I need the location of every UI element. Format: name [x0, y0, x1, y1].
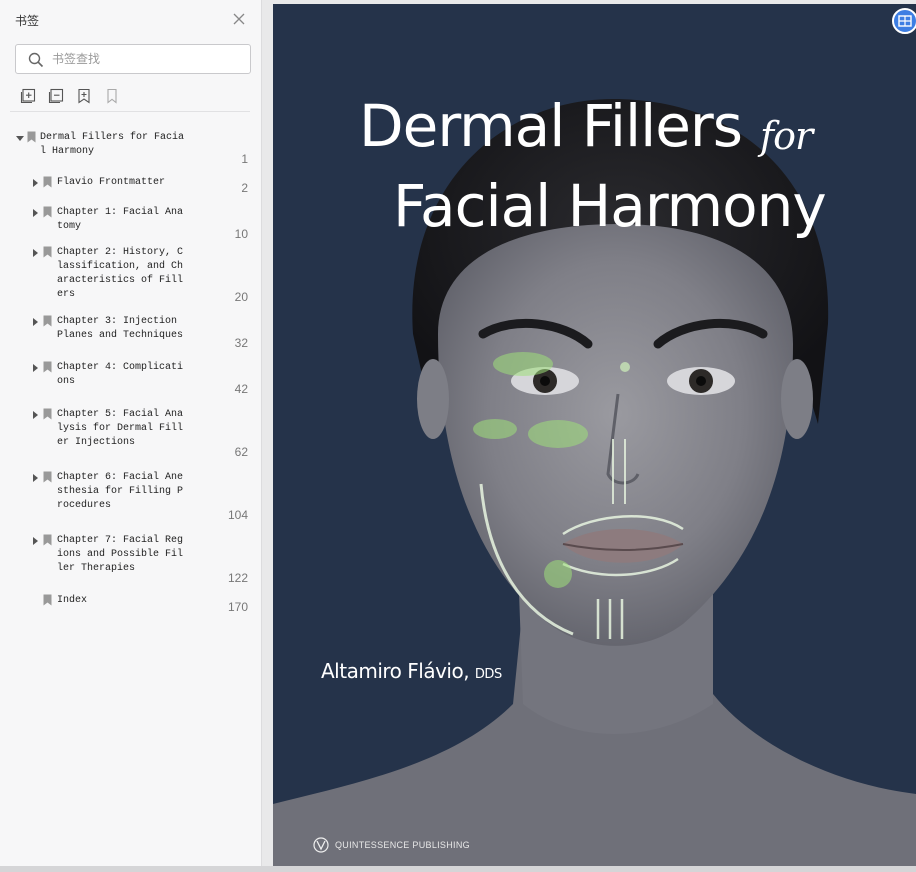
bookmark-item[interactable]: Chapter 7: Facial Reg ions and Possible …: [0, 534, 262, 587]
bookmark-item[interactable]: Chapter 5: Facial Ana lysis for Dermal F…: [0, 408, 262, 461]
bookmark-page-number: 170: [227, 600, 248, 614]
bookmark-page-number: 10: [234, 227, 248, 241]
view-mode-toggle-button[interactable]: [892, 8, 916, 34]
bookmark-label: Chapter 2: History, C lassification, and…: [57, 247, 184, 300]
bookmark-page-number: 122: [227, 571, 248, 585]
bookmark-label: Flavio Frontmatter: [57, 177, 166, 188]
collapsed-arrow-icon[interactable]: [33, 249, 38, 257]
cover-title-for: for: [760, 114, 813, 158]
bookmark-ribbon-icon: [43, 534, 52, 546]
bookmark-icon[interactable]: [104, 88, 120, 104]
bookmark-item[interactable]: Chapter 3: Injection Planes and Techniqu…: [0, 315, 262, 352]
bookmark-item[interactable]: Chapter 4: Complicati ons 42: [0, 361, 262, 398]
collapsed-arrow-icon[interactable]: [33, 474, 38, 482]
collapsed-arrow-icon[interactable]: [33, 364, 38, 372]
collapse-all-icon[interactable]: [48, 88, 64, 104]
cover-page: Dermal Fillers for Facial Harmony Altami…: [273, 4, 916, 866]
bookmark-label: Chapter 3: Injection Planes and Techniqu…: [57, 316, 184, 341]
expanded-arrow-icon[interactable]: [16, 136, 24, 141]
bookmark-label: Chapter 6: Facial Ane sthesia for Fillin…: [57, 472, 184, 511]
bookmark-label: Index: [57, 595, 88, 606]
bookmark-item[interactable]: Chapter 6: Facial Ane sthesia for Fillin…: [0, 471, 262, 524]
divider: [10, 111, 250, 112]
bookmark-page-number: 20: [234, 290, 248, 304]
bookmark-ribbon-icon: [27, 131, 36, 143]
bookmark-item[interactable]: Chapter 2: History, C lassification, and…: [0, 246, 262, 306]
bookmark-page-number: 42: [234, 382, 248, 396]
expand-all-icon[interactable]: [20, 88, 36, 104]
author-degree: DDS: [474, 667, 502, 682]
bookmark-page-number: 62: [234, 445, 248, 459]
bookmark-ribbon-icon: [43, 361, 52, 373]
add-bookmark-icon[interactable]: [76, 88, 92, 104]
collapsed-arrow-icon[interactable]: [33, 209, 38, 217]
document-view[interactable]: Dermal Fillers for Facial Harmony Altami…: [263, 0, 916, 866]
collapsed-arrow-icon[interactable]: [33, 411, 38, 419]
bookmark-label: Dermal Fillers for Facia l Harmony: [40, 132, 185, 157]
bookmark-ribbon-icon: [43, 176, 52, 188]
bookmark-label: Chapter 7: Facial Reg ions and Possible …: [57, 535, 184, 574]
bookmark-page-number: 32: [234, 336, 248, 350]
bookmark-ribbon-icon: [43, 206, 52, 218]
horizontal-scrollbar[interactable]: [0, 866, 916, 872]
page-view-icon: [898, 15, 912, 27]
collapsed-arrow-icon[interactable]: [33, 179, 38, 187]
close-icon[interactable]: [231, 11, 247, 27]
cover-author: Altamiro Flávio, DDS: [321, 659, 502, 683]
bookmark-search-box[interactable]: [15, 44, 251, 74]
bookmark-label: Chapter 4: Complicati ons: [57, 362, 184, 387]
panel-title: 书签: [15, 14, 40, 28]
cover-title-line1: Dermal Fillers: [359, 92, 743, 160]
bookmark-item[interactable]: Chapter 1: Facial Ana tomy 10: [0, 206, 262, 243]
publisher-logo-icon: [313, 837, 329, 853]
bookmark-ribbon-icon: [43, 471, 52, 483]
bookmark-label: Chapter 5: Facial Ana lysis for Dermal F…: [57, 409, 184, 448]
bookmark-page-number: 104: [227, 508, 248, 522]
author-name: Altamiro Flávio,: [321, 659, 470, 683]
publisher-name: QUINTESSENCE PUBLISHING: [335, 840, 470, 850]
cover-title-line2: Facial Harmony: [393, 172, 827, 240]
bookmark-ribbon-icon: [43, 408, 52, 420]
search-icon: [28, 52, 44, 68]
bookmark-ribbon-icon: [43, 246, 52, 258]
bookmark-panel: 书签 Dermal Fillers for Facia l Harmony: [0, 0, 262, 866]
bookmark-ribbon-icon: [43, 315, 52, 327]
bookmark-item[interactable]: Index 170: [0, 594, 262, 616]
bookmark-page-number: 1: [241, 152, 248, 166]
collapsed-arrow-icon[interactable]: [33, 537, 38, 545]
bookmark-ribbon-icon: [43, 594, 52, 606]
cover-publisher: QUINTESSENCE PUBLISHING: [313, 837, 470, 853]
bookmark-page-number: 2: [241, 181, 248, 195]
collapsed-arrow-icon[interactable]: [33, 318, 38, 326]
bookmark-search-input[interactable]: [52, 50, 242, 68]
bookmark-label: Chapter 1: Facial Ana tomy: [57, 207, 184, 232]
bookmark-item[interactable]: Flavio Frontmatter 2: [0, 176, 262, 197]
bookmark-item[interactable]: Dermal Fillers for Facia l Harmony 1: [0, 131, 262, 168]
